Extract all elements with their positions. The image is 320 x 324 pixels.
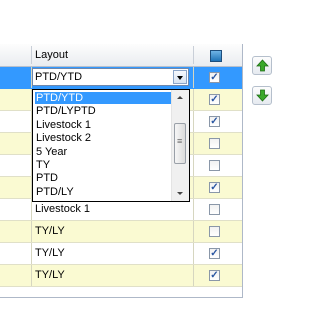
green-up-arrow-icon	[256, 59, 269, 72]
layout-dropdown-list: PTD/YTD PTD/LYPTD Livestock 1 Livestock 25 …	[32, 89, 190, 202]
row-checkbox[interactable]	[209, 160, 220, 171]
move-down-button[interactable]	[252, 86, 272, 105]
scroll-down-icon[interactable]	[172, 185, 189, 201]
row-checkbox[interactable]: ✓	[209, 248, 220, 259]
column-divider	[193, 265, 194, 286]
row-checkbox[interactable]	[209, 226, 220, 237]
dropdown-scrollbar[interactable]	[171, 90, 189, 201]
layout-column-header[interactable]: Layout	[35, 44, 68, 66]
column-divider	[193, 133, 194, 154]
table-row[interactable]: TY/LY ✓	[0, 243, 242, 265]
dropdown-option[interactable]: Livestock 1	[35, 119, 174, 131]
column-divider	[193, 177, 194, 198]
dropdown-option[interactable]: PTD/YTD	[35, 92, 174, 104]
scrollbar-thumb[interactable]	[174, 123, 186, 164]
row-checkbox[interactable]: ✓	[209, 116, 220, 127]
grid-header: Layout	[0, 44, 242, 67]
row-checkbox[interactable]: ✓	[209, 182, 220, 193]
column-divider	[193, 243, 194, 264]
table-row[interactable]: TY/LY ✓	[0, 265, 242, 287]
layout-cell[interactable]: TY/LY	[35, 243, 65, 264]
chevron-down-icon[interactable]	[173, 70, 187, 84]
header-separator	[193, 46, 194, 64]
dropdown-option[interactable]: Livestock 2	[35, 132, 174, 144]
layout-cell[interactable]: TY/LY	[35, 221, 65, 242]
table-row[interactable]: Livestock 1	[0, 199, 242, 221]
green-down-arrow-icon	[256, 89, 269, 102]
column-divider	[193, 155, 194, 176]
layout-combo[interactable]: PTD/YTD	[32, 68, 189, 86]
layout-cell[interactable]: TY/LY	[35, 265, 65, 286]
layout-combo-value: PTD/YTD	[35, 71, 83, 83]
dropdown-option[interactable]: PTD/LYPTD	[35, 105, 174, 117]
dropdown-option[interactable]: TY	[35, 159, 174, 171]
column-divider	[193, 221, 194, 242]
scroll-up-icon[interactable]	[172, 90, 189, 106]
table-row[interactable]: TY/LY	[0, 221, 242, 243]
column-divider	[31, 221, 32, 242]
move-up-button[interactable]	[252, 56, 272, 75]
row-checkbox[interactable]	[209, 138, 220, 149]
column-divider	[193, 111, 194, 132]
column-divider	[193, 67, 194, 88]
column-divider	[31, 265, 32, 286]
dropdown-option[interactable]: PTD	[35, 172, 174, 184]
row-checkbox[interactable]: ✓	[209, 270, 220, 281]
dropdown-option[interactable]: PTD/LY	[35, 186, 174, 198]
select-all-checkbox[interactable]	[210, 50, 222, 62]
dropdown-option[interactable]: 5 Year	[35, 146, 174, 158]
row-checkbox[interactable]	[209, 204, 220, 215]
header-separator	[31, 46, 32, 64]
column-divider	[31, 243, 32, 264]
column-divider	[193, 199, 194, 220]
column-divider	[193, 89, 194, 110]
column-divider	[31, 199, 32, 220]
layout-cell[interactable]: Livestock 1	[35, 199, 90, 220]
row-checkbox[interactable]: ✓	[209, 94, 220, 105]
row-checkbox[interactable]: ✓	[209, 72, 220, 83]
